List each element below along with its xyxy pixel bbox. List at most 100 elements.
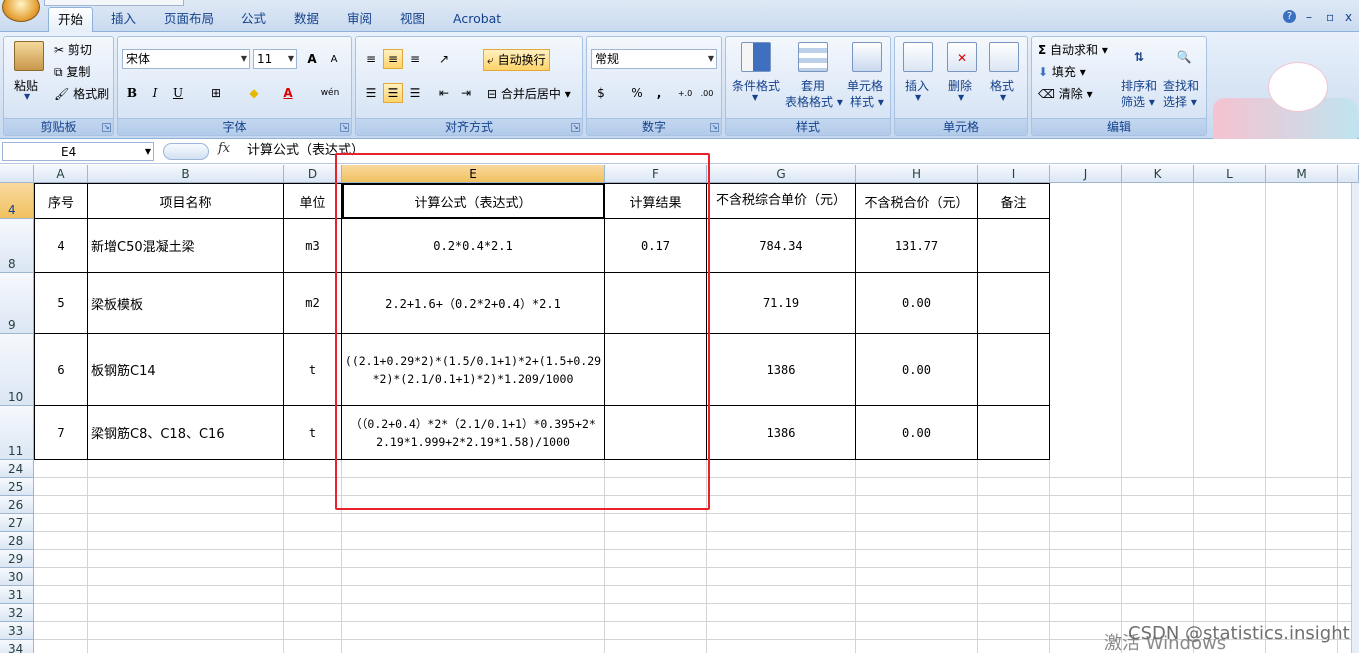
copy-button[interactable]: ⧉ 复制 (54, 63, 90, 80)
row-header-8[interactable]: 8 (0, 219, 34, 273)
align-left-icon[interactable]: ☰ (361, 83, 381, 103)
chevron-down-icon[interactable]: ▼ (1000, 93, 1006, 102)
format-painter-button[interactable]: 🖌 格式刷 (54, 85, 109, 102)
chevron-down-icon[interactable]: ▼ (915, 93, 921, 102)
cell-total[interactable]: 0.00 (856, 334, 978, 406)
format-cells-icon[interactable] (989, 42, 1019, 72)
decrease-decimal-button[interactable]: .00 (697, 83, 717, 103)
underline-button[interactable]: U (168, 83, 188, 103)
delete-cells-button[interactable]: 删除 (948, 77, 972, 94)
cell-styles-button[interactable]: 样式 ▾ (850, 93, 884, 110)
header-cell-name[interactable]: 项目名称 (88, 183, 284, 219)
row-header-25[interactable]: 25 (0, 478, 34, 496)
conditional-format-button[interactable]: 条件格式 (732, 77, 780, 94)
cut-button[interactable]: ✂ 剪切 (54, 41, 92, 58)
cell-unit-price[interactable]: 784.34 (707, 219, 856, 273)
font-size-combo[interactable]: 11 ▼ (253, 49, 297, 69)
row-header-29[interactable]: 29 (0, 550, 34, 568)
row-header-32[interactable]: 32 (0, 604, 34, 622)
merge-center-button[interactable]: ⊟ 合并后居中 ▾ (487, 85, 571, 102)
column-header-j[interactable]: J (1050, 165, 1122, 183)
phonetic-button[interactable]: wén (316, 83, 344, 103)
cell-note[interactable] (978, 334, 1050, 406)
conditional-format-icon[interactable] (741, 42, 771, 72)
cell-unit[interactable]: m3 (284, 219, 342, 273)
fill-button[interactable]: ⬇ 填充 ▾ (1038, 63, 1086, 80)
dialog-launcher-icon[interactable]: ↘ (571, 123, 580, 132)
tab-formulas[interactable]: 公式 (232, 7, 275, 32)
column-header-k[interactable]: K (1122, 165, 1194, 183)
row-header-30[interactable]: 30 (0, 568, 34, 586)
binoculars-icon[interactable]: 🔍 (1169, 42, 1199, 72)
cell-styles-icon[interactable] (852, 42, 882, 72)
paste-icon[interactable] (14, 41, 44, 71)
cell-unit-price[interactable]: 71.19 (707, 273, 856, 334)
tab-review[interactable]: 审阅 (338, 7, 381, 32)
row-header-28[interactable]: 28 (0, 532, 34, 550)
name-box[interactable]: E4 ▼ (2, 142, 154, 161)
cell-unit-price[interactable]: 1386 (707, 334, 856, 406)
dialog-launcher-icon[interactable]: ↘ (710, 123, 719, 132)
number-format-combo[interactable]: 常规 ▼ (591, 49, 717, 69)
row-header-27[interactable]: 27 (0, 514, 34, 532)
delete-cells-icon[interactable]: ✕ (947, 42, 977, 72)
tab-page-layout[interactable]: 页面布局 (155, 7, 223, 32)
cell-name[interactable]: 梁钢筋C8、C18、C16 (88, 406, 284, 460)
chevron-down-icon[interactable]: ▼ (24, 92, 30, 101)
cell-seq[interactable]: 7 (34, 406, 88, 460)
header-cell-note[interactable]: 备注 (978, 183, 1050, 219)
chevron-down-icon[interactable]: ▼ (752, 93, 758, 102)
border-icon[interactable]: ⊞ (206, 83, 226, 103)
office-button[interactable] (2, 0, 40, 22)
increase-indent-icon[interactable]: ⇥ (456, 83, 476, 103)
cell-unit[interactable]: t (284, 406, 342, 460)
insert-cells-icon[interactable] (903, 42, 933, 72)
tab-view[interactable]: 视图 (391, 7, 434, 32)
cell-name[interactable]: 梁板模板 (88, 273, 284, 334)
header-cell-seq[interactable]: 序号 (34, 183, 88, 219)
cell-seq[interactable]: 4 (34, 219, 88, 273)
row-header-11[interactable]: 11 (0, 406, 34, 460)
cell-unit-price[interactable]: 1386 (707, 406, 856, 460)
tab-acrobat[interactable]: Acrobat (444, 7, 510, 32)
align-center-icon[interactable]: ☰ (383, 83, 403, 103)
align-right-icon[interactable]: ☰ (405, 83, 425, 103)
sort-filter-button[interactable]: 筛选 ▾ (1121, 93, 1155, 110)
header-cell-unit-price[interactable]: 不含税综合单价（元） (707, 183, 856, 219)
row-header-24[interactable]: 24 (0, 460, 34, 478)
cell-seq[interactable]: 6 (34, 334, 88, 406)
font-color-icon[interactable]: A (278, 83, 298, 103)
cell-name[interactable]: 新增C50混凝土梁 (88, 219, 284, 273)
right-columns-grid[interactable] (1050, 183, 1359, 460)
tab-data[interactable]: 数据 (285, 7, 328, 32)
find-select-button[interactable]: 选择 ▾ (1163, 93, 1197, 110)
formula-bar-expand-handle[interactable] (163, 143, 209, 160)
insert-function-button[interactable]: fx (218, 141, 230, 156)
tab-insert[interactable]: 插入 (102, 7, 145, 32)
format-cells-button[interactable]: 格式 (990, 77, 1014, 94)
clear-button[interactable]: ⌫ 清除 ▾ (1038, 85, 1093, 102)
cell-note[interactable] (978, 219, 1050, 273)
bold-button[interactable]: B (122, 83, 142, 103)
tab-home[interactable]: 开始 (48, 7, 94, 32)
percent-button[interactable]: % (627, 83, 647, 103)
cell-seq[interactable]: 5 (34, 273, 88, 334)
row-header-34[interactable]: 34 (0, 640, 34, 653)
table-format-icon[interactable] (798, 42, 828, 72)
shrink-font-button[interactable]: A (324, 49, 344, 69)
cell-total[interactable]: 0.00 (856, 406, 978, 460)
dialog-launcher-icon[interactable]: ↘ (340, 123, 349, 132)
header-cell-total[interactable]: 不含税合价（元） (856, 183, 978, 219)
italic-button[interactable]: I (145, 83, 165, 103)
cell-unit[interactable]: m2 (284, 273, 342, 334)
insert-cells-button[interactable]: 插入 (905, 77, 929, 94)
increase-decimal-button[interactable]: +.0 (675, 83, 695, 103)
column-header-d[interactable]: D (284, 165, 342, 183)
table-format-button[interactable]: 表格格式 ▾ (785, 93, 843, 110)
cell-note[interactable] (978, 406, 1050, 460)
header-cell-unit[interactable]: 单位 (284, 183, 342, 219)
column-header-b[interactable]: B (88, 165, 284, 183)
align-bottom-icon[interactable]: ≡ (405, 49, 425, 69)
restore-icon[interactable]: ▫ (1326, 10, 1334, 24)
cell-note[interactable] (978, 273, 1050, 334)
